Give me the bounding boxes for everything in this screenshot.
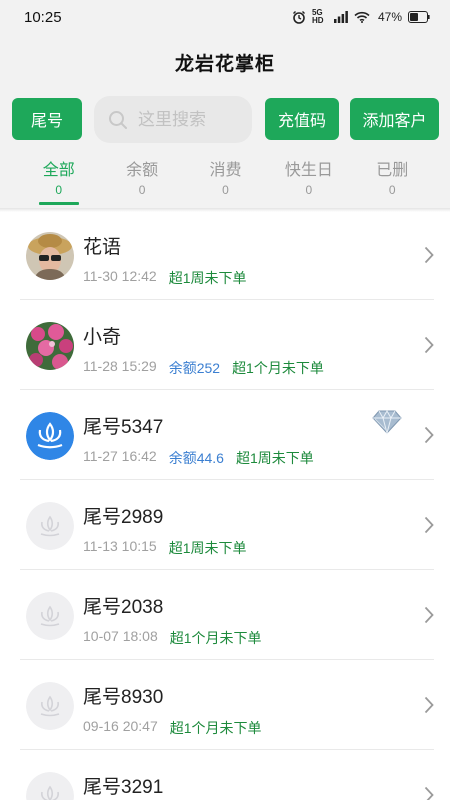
tab-count: 0 — [222, 183, 229, 197]
tab-label: 快生日 — [284, 162, 333, 179]
chevron-right-icon — [424, 426, 434, 444]
customer-meta: 11-28 15:29 余额252 超1个月未下单 — [83, 358, 324, 378]
tab-count: 0 — [388, 183, 396, 197]
battery-icon — [408, 11, 430, 23]
last-order-date: 11-27 16:42 — [83, 448, 157, 464]
last-order-date: 09-16 20:47 — [83, 718, 158, 734]
overdue-tag: 超1周未下单 — [168, 540, 247, 556]
overdue-tag: 超1个月未下单 — [232, 360, 324, 376]
page-title: 龙岩花掌柜 — [174, 53, 275, 75]
customer-row[interactable]: 花语 11-30 12:42 超1周未下单 — [0, 210, 450, 300]
active-tab-indicator — [38, 202, 79, 205]
tab-label: 全部 — [42, 162, 75, 179]
tab-label: 余额 — [126, 162, 159, 179]
chevron-right-icon — [424, 606, 434, 624]
chevron-right-icon — [424, 786, 434, 800]
customer-name: 花语 — [83, 237, 122, 258]
diamond-icon — [372, 409, 402, 435]
last-order-date: 11-30 12:42 — [83, 268, 157, 284]
chevron-right-icon — [424, 696, 434, 714]
customer-meta: 11-30 12:42 超1周未下单 — [83, 268, 247, 288]
lotus-placeholder-icon — [26, 682, 74, 730]
tab-all[interactable]: 全部 0 — [17, 152, 100, 210]
last-order-date: 11-13 10:15 — [83, 538, 157, 554]
customer-meta: 11-13 10:15 超1周未下单 — [83, 538, 247, 558]
lotus-placeholder-icon — [26, 592, 74, 640]
customer-row[interactable]: 尾号2038 10-07 18:08 超1个月未下单 — [0, 570, 450, 660]
tab-count: 0 — [305, 183, 313, 197]
recharge-code-button[interactable]: 充值码 — [265, 98, 339, 140]
last-order-date: 10-07 18:08 — [83, 628, 158, 644]
tab-deleted[interactable]: 已删 0 — [351, 152, 434, 210]
customer-row[interactable]: 小奇 11-28 15:29 余额252 超1个月未下单 — [0, 300, 450, 390]
status-time: 10:25 — [24, 8, 62, 26]
signal-icon — [333, 11, 348, 23]
tab-count: 0 — [138, 183, 146, 197]
customer-meta: 10-07 18:08 超1个月未下单 — [83, 628, 262, 648]
search-box[interactable] — [94, 96, 252, 143]
battery-percent: 47% — [377, 10, 402, 24]
add-customer-button[interactable]: 添加客户 — [350, 98, 439, 140]
customer-list: 花语 11-30 12:42 超1周未下单 小奇 11-28 15:29 余额2… — [0, 210, 450, 800]
balance-tag: 余额252 — [168, 360, 221, 376]
customer-row[interactable]: 尾号2989 11-13 10:15 超1周未下单 — [0, 480, 450, 570]
last-order-date: 11-28 15:29 — [83, 358, 157, 374]
search-icon — [109, 110, 127, 129]
alarm-icon — [292, 11, 305, 24]
customer-name: 尾号3291 — [83, 777, 164, 798]
avatar — [26, 502, 74, 550]
tab-label: 消费 — [209, 162, 242, 179]
customer-row[interactable]: 尾号5347 11-27 16:42 余额44.6 超1周未下单 — [0, 390, 450, 480]
customer-row[interactable]: 尾号8930 09-16 20:47 超1个月未下单 — [0, 660, 450, 750]
customer-row[interactable]: 尾号3291 — [0, 750, 450, 800]
chevron-right-icon — [424, 246, 434, 264]
status-bar: 10:25 5G HD 47% — [0, 0, 450, 34]
wifi-icon — [354, 11, 370, 23]
overdue-tag: 超1周未下单 — [235, 450, 314, 466]
title-bar: 龙岩花掌柜 — [0, 34, 450, 90]
customer-name: 尾号5347 — [83, 417, 164, 438]
tab-label: 已删 — [376, 162, 409, 179]
status-icons: 5G HD 47% — [292, 9, 430, 25]
network-label: 5G HD — [311, 8, 324, 25]
avatar — [26, 592, 74, 640]
lotus-placeholder-icon — [26, 772, 74, 800]
avatar — [26, 682, 74, 730]
overdue-tag: 超1周未下单 — [168, 270, 247, 286]
overdue-tag: 超1个月未下单 — [169, 630, 262, 646]
avatar — [26, 322, 74, 370]
toolbar: 尾号 充值码 添加客户 — [0, 90, 450, 152]
chevron-right-icon — [424, 336, 434, 354]
overdue-tag: 超1个月未下单 — [169, 720, 262, 736]
customer-meta: 11-27 16:42 余额44.6 超1周未下单 — [83, 448, 314, 468]
customer-name: 小奇 — [83, 327, 122, 348]
balance-tag: 余额44.6 — [168, 450, 224, 466]
customer-meta: 09-16 20:47 超1个月未下单 — [83, 718, 262, 738]
avatar — [26, 232, 74, 280]
lotus-placeholder-icon — [26, 502, 74, 550]
search-input[interactable] — [138, 109, 248, 130]
customer-name: 尾号2038 — [83, 597, 164, 618]
avatar — [26, 412, 74, 460]
lotus-logo-icon — [26, 412, 74, 460]
chevron-right-icon — [424, 516, 434, 534]
tab-birthday-soon[interactable]: 快生日 0 — [267, 152, 350, 210]
tab-consumption[interactable]: 消费 0 — [184, 152, 267, 210]
tab-balance[interactable]: 余额 0 — [100, 152, 183, 210]
avatar — [26, 772, 74, 800]
customer-name: 尾号2989 — [83, 507, 164, 528]
tail-number-button[interactable]: 尾号 — [12, 98, 82, 140]
customer-name: 尾号8930 — [83, 687, 164, 708]
filter-tabs: 全部 0 余额 0 消费 0 快生日 0 已删 0 — [0, 152, 450, 210]
tab-count: 0 — [55, 183, 63, 197]
